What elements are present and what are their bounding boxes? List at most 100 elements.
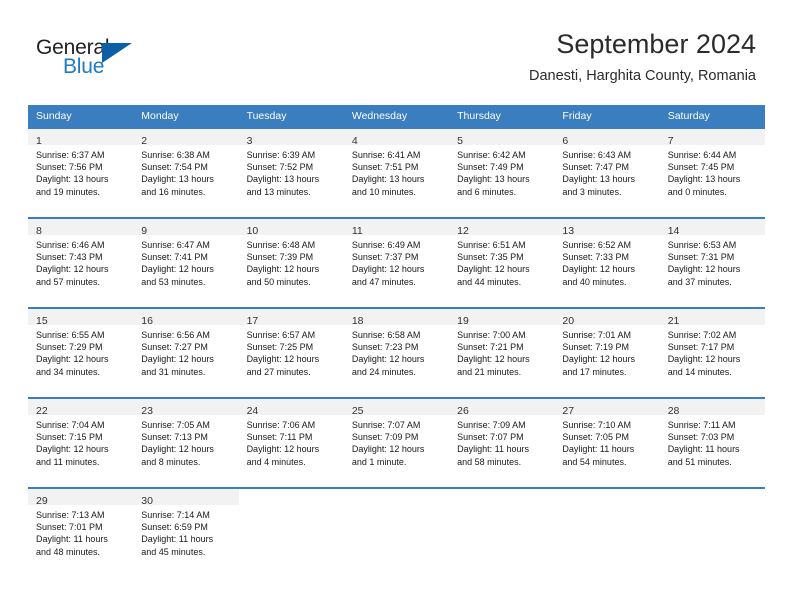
sunrise-text: Sunrise: 6:38 AM [141, 150, 210, 160]
sunset-text: Sunset: 7:33 PM [562, 252, 629, 263]
daylight-text-line1: Daylight: 12 hours [457, 264, 530, 275]
day-cell-inner: 13 Sunrise: 6:52 AM Sunset: 7:33 PM Dayligh… [554, 219, 660, 307]
daylight-text-line1: Daylight: 12 hours [351, 264, 425, 275]
sunrise-text: Sunrise: 6:42 AM [457, 150, 526, 160]
day-cell-inner: 2 Sunrise: 6:38 AM Sunset: 7:54 PM Daylight… [133, 129, 239, 217]
sunset-text: Sunset: 7:29 PM [36, 342, 103, 353]
day-details: Sunrise: 7:05 AM Sunset: 7:13 PM Daylight:… [133, 415, 238, 468]
day-details: Sunrise: 6:44 AM Sunset: 7:45 PM Daylight:… [660, 145, 765, 198]
day-cell[interactable]: 11 Sunrise: 6:49 AM Sunset: 7:37 PM Dayligh… [343, 217, 450, 308]
calendar-header-row: Sunday Monday Tuesday Wednesday Thursday… [28, 105, 765, 128]
day-details: Sunrise: 6:57 AM Sunset: 7:25 PM Daylight:… [239, 325, 344, 378]
daylight-text-line2: and 4 minutes. [246, 456, 306, 467]
day-cell[interactable]: 30 Sunrise: 7:14 AM Sunset: 6:59 PM Dayligh… [133, 487, 239, 577]
daylight-text-line2: and 40 minutes. [562, 276, 627, 287]
day-cell[interactable]: 15 Sunrise: 6:55 AM Sunset: 7:29 PM Dayligh… [28, 307, 134, 398]
day-cell[interactable]: 23 Sunrise: 7:05 AM Sunset: 7:13 PM Dayligh… [133, 397, 239, 488]
day-number-band [554, 489, 659, 505]
day-details: Sunrise: 6:58 AM Sunset: 7:23 PM Daylight:… [344, 325, 449, 378]
day-cell-empty [554, 487, 660, 577]
day-cell[interactable]: 12 Sunrise: 6:51 AM Sunset: 7:35 PM Dayligh… [449, 217, 555, 308]
day-number-band: 12 [449, 219, 555, 237]
day-details: Sunrise: 7:00 AM Sunset: 7:21 PM Daylight:… [449, 325, 554, 378]
day-cell[interactable]: 6 Sunrise: 6:43 AM Sunset: 7:47 PM Daylight… [554, 127, 660, 218]
calendar-grid: Sunday Monday Tuesday Wednesday Thursday… [28, 105, 765, 577]
day-number-band: 14 [659, 219, 765, 237]
day-cell-inner: 14 Sunrise: 6:53 AM Sunset: 7:31 PM Dayligh… [659, 219, 765, 307]
day-cell[interactable]: 16 Sunrise: 6:56 AM Sunset: 7:27 PM Dayligh… [133, 307, 239, 398]
day-cell[interactable]: 24 Sunrise: 7:06 AM Sunset: 7:11 PM Dayligh… [238, 397, 344, 488]
daylight-text-line2: and 11 minutes. [36, 456, 100, 467]
daylight-text-line1: Daylight: 13 hours [141, 174, 214, 185]
daylight-text-line2: and 16 minutes. [141, 186, 206, 197]
logo[interactable]: General Blue [36, 36, 176, 84]
day-cell-empty [449, 487, 555, 577]
day-cell[interactable]: 14 Sunrise: 6:53 AM Sunset: 7:31 PM Dayligh… [659, 217, 765, 308]
sunrise-text: Sunrise: 7:10 AM [562, 420, 631, 430]
day-cell[interactable]: 28 Sunrise: 7:11 AM Sunset: 7:03 PM Dayligh… [659, 397, 765, 488]
sunset-text: Sunset: 7:41 PM [141, 252, 208, 263]
daylight-text-line1: Daylight: 13 hours [667, 174, 741, 185]
day-cell[interactable]: 10 Sunrise: 6:48 AM Sunset: 7:39 PM Dayligh… [238, 217, 344, 308]
day-number: 17 [246, 315, 259, 327]
day-cell-inner: 11 Sunrise: 6:49 AM Sunset: 7:37 PM Dayligh… [343, 219, 450, 307]
daylight-text-line2: and 14 minutes. [667, 366, 732, 377]
day-cell[interactable]: 3 Sunrise: 6:39 AM Sunset: 7:52 PM Daylight… [238, 127, 344, 218]
day-cell-inner: 27 Sunrise: 7:10 AM Sunset: 7:05 PM Dayligh… [554, 399, 660, 487]
day-cell[interactable]: 17 Sunrise: 6:57 AM Sunset: 7:25 PM Dayligh… [238, 307, 344, 398]
sunset-text: Sunset: 7:07 PM [457, 432, 524, 443]
day-cell[interactable]: 7 Sunrise: 6:44 AM Sunset: 7:45 PM Daylight… [659, 127, 765, 218]
daylight-text-line1: Daylight: 12 hours [562, 264, 635, 275]
day-number-band: 27 [554, 399, 660, 417]
daylight-text-line2: and 17 minutes. [562, 366, 627, 377]
day-cell-inner: 25 Sunrise: 7:07 AM Sunset: 7:09 PM Dayligh… [343, 399, 450, 487]
day-cell[interactable]: 22 Sunrise: 7:04 AM Sunset: 7:15 PM Dayligh… [28, 397, 134, 488]
day-cell[interactable]: 8 Sunrise: 6:46 AM Sunset: 7:43 PM Daylight… [28, 217, 134, 308]
day-number: 18 [351, 315, 364, 327]
day-cell[interactable]: 20 Sunrise: 7:01 AM Sunset: 7:19 PM Dayligh… [554, 307, 660, 398]
day-cell[interactable]: 13 Sunrise: 6:52 AM Sunset: 7:33 PM Dayligh… [554, 217, 660, 308]
day-number: 23 [141, 405, 153, 417]
day-details: Sunrise: 7:07 AM Sunset: 7:09 PM Daylight:… [344, 415, 449, 468]
week-row: 1 Sunrise: 6:37 AM Sunset: 7:56 PM Daylight… [28, 127, 765, 218]
logo-triangle-icon [102, 43, 132, 63]
day-cell-inner: 4 Sunrise: 6:41 AM Sunset: 7:51 PM Daylight… [343, 129, 450, 217]
day-cell[interactable]: 1 Sunrise: 6:37 AM Sunset: 7:56 PM Daylight… [28, 127, 134, 218]
day-cell-inner [449, 489, 554, 577]
day-cell[interactable]: 19 Sunrise: 7:00 AM Sunset: 7:21 PM Dayligh… [449, 307, 555, 398]
day-cell-inner: 6 Sunrise: 6:43 AM Sunset: 7:47 PM Daylight… [554, 129, 660, 217]
day-cell[interactable]: 25 Sunrise: 7:07 AM Sunset: 7:09 PM Dayligh… [343, 397, 450, 488]
day-number-band: 26 [449, 399, 555, 417]
day-cell[interactable]: 21 Sunrise: 7:02 AM Sunset: 7:17 PM Dayligh… [659, 307, 765, 398]
daylight-text-line2: and 10 minutes. [351, 186, 416, 197]
sunrise-text: Sunrise: 6:51 AM [457, 240, 526, 250]
day-details: Sunrise: 6:53 AM Sunset: 7:31 PM Daylight:… [660, 235, 765, 288]
sunset-text: Sunset: 7:43 PM [36, 252, 103, 263]
day-cell-inner: 16 Sunrise: 6:56 AM Sunset: 7:27 PM Dayligh… [133, 309, 239, 397]
day-cell-inner: 8 Sunrise: 6:46 AM Sunset: 7:43 PM Daylight… [28, 219, 134, 307]
day-cell[interactable]: 27 Sunrise: 7:10 AM Sunset: 7:05 PM Dayligh… [554, 397, 660, 488]
day-number: 20 [562, 315, 575, 327]
day-cell[interactable]: 18 Sunrise: 6:58 AM Sunset: 7:23 PM Dayligh… [343, 307, 450, 398]
day-cell[interactable]: 26 Sunrise: 7:09 AM Sunset: 7:07 PM Dayligh… [449, 397, 555, 488]
day-details: Sunrise: 6:39 AM Sunset: 7:52 PM Daylight:… [239, 145, 344, 198]
day-number-band: 30 [133, 489, 239, 507]
daylight-text-line1: Daylight: 11 hours [457, 444, 529, 455]
sunset-text: Sunset: 7:23 PM [351, 342, 419, 353]
day-cell[interactable]: 29 Sunrise: 7:13 AM Sunset: 7:01 PM Dayligh… [28, 487, 134, 577]
day-number: 6 [562, 135, 569, 147]
day-cell-inner: 17 Sunrise: 6:57 AM Sunset: 7:25 PM Dayligh… [238, 309, 344, 397]
day-cell[interactable]: 2 Sunrise: 6:38 AM Sunset: 7:54 PM Daylight… [133, 127, 239, 218]
day-cell-inner: 18 Sunrise: 6:58 AM Sunset: 7:23 PM Dayligh… [343, 309, 450, 397]
day-cell[interactable]: 4 Sunrise: 6:41 AM Sunset: 7:51 PM Daylight… [343, 127, 450, 218]
day-details: Sunrise: 6:56 AM Sunset: 7:27 PM Daylight:… [133, 325, 238, 378]
day-number-band: 1 [28, 129, 134, 147]
day-number: 13 [562, 225, 575, 237]
day-details: Sunrise: 7:13 AM Sunset: 7:01 PM Daylight:… [28, 505, 133, 558]
day-number-band: 24 [238, 399, 344, 417]
day-cell[interactable]: 9 Sunrise: 6:47 AM Sunset: 7:41 PM Daylight… [133, 217, 239, 308]
day-number-band: 13 [554, 219, 660, 237]
day-cell-inner: 9 Sunrise: 6:47 AM Sunset: 7:41 PM Daylight… [133, 219, 239, 307]
day-cell[interactable]: 5 Sunrise: 6:42 AM Sunset: 7:49 PM Daylight… [449, 127, 555, 218]
weekday-header-friday: Friday [554, 105, 660, 128]
